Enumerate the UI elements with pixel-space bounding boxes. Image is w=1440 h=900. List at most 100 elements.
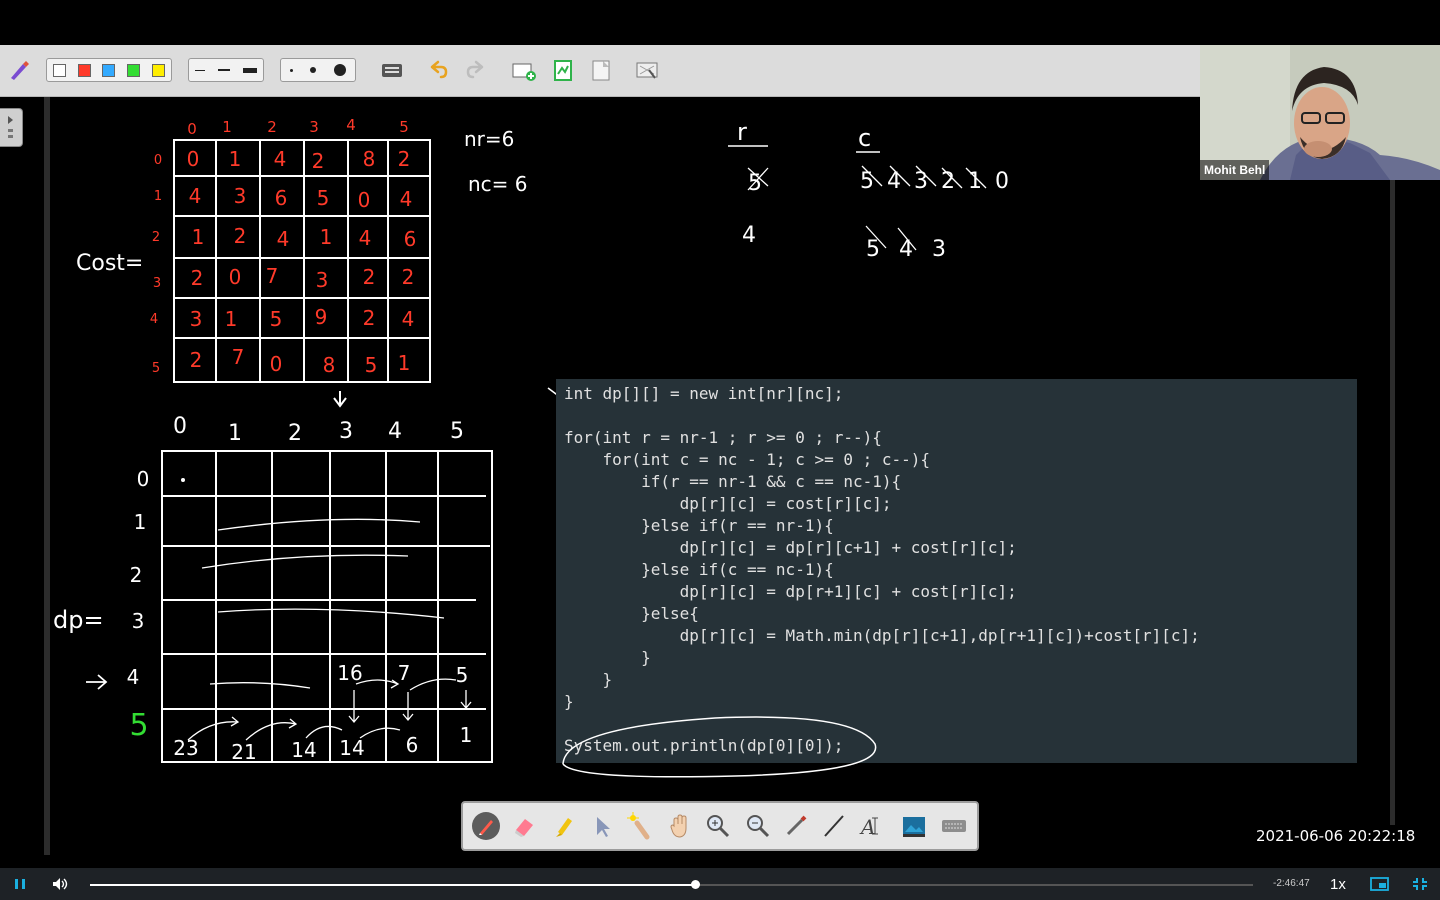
volume-icon — [53, 878, 68, 890]
hand-icon[interactable] — [665, 811, 695, 841]
cost-cell: 5 — [365, 353, 378, 377]
pen-icon[interactable] — [471, 811, 501, 841]
r-value: 4 — [742, 223, 756, 248]
cost-cell: 6 — [404, 227, 417, 251]
c-label: c — [858, 124, 871, 152]
dp-cell: 1 — [460, 723, 473, 747]
seek-bar[interactable] — [90, 880, 1253, 889]
dp-col-header: 0 — [173, 414, 187, 439]
cost-row-header: 2 — [152, 230, 160, 245]
time-remaining: -2:46:47 — [1273, 878, 1310, 889]
dp-row-header: 1 — [134, 510, 147, 534]
code-editor-panel: int dp[][] = new int[nr][nc]; for(int r … — [556, 379, 1357, 763]
brush-icon[interactable] — [781, 811, 811, 841]
cost-row-header: 3 — [153, 276, 161, 291]
cost-cell: 5 — [270, 307, 283, 331]
cost-col-headers: 0 1 2 3 4 5 — [187, 116, 409, 138]
eraser-icon[interactable] — [509, 811, 539, 841]
cost-cell: 2 — [363, 306, 376, 330]
cost-row-headers: 0 1 2 3 4 5 — [150, 153, 162, 376]
volume-button[interactable] — [51, 876, 69, 892]
dp-row-header: 2 — [130, 563, 143, 587]
dp-filled-values: 16 7 5 23 21 14 14 6 1 — [173, 661, 472, 764]
cost-cell: 4 — [189, 184, 202, 208]
cost-cell: 4 — [402, 307, 415, 331]
line-icon[interactable] — [819, 811, 849, 841]
pause-button[interactable] — [12, 876, 28, 892]
dp-row-header: 5 — [129, 708, 148, 743]
nr-note: nr=6 — [464, 127, 514, 151]
pip-icon — [1370, 877, 1389, 891]
pointer-icon[interactable] — [587, 811, 617, 841]
dp-label: dp= — [53, 606, 104, 634]
code-line: } — [564, 648, 651, 667]
cost-cell: 3 — [190, 307, 203, 331]
dp-row-header: 3 — [132, 609, 145, 633]
dp-cell: 7 — [398, 661, 411, 685]
cost-row-header: 1 — [154, 189, 162, 204]
r-label: r — [737, 118, 747, 146]
cost-label: Cost= — [76, 251, 143, 276]
cost-col-header: 0 — [187, 120, 197, 138]
dp-grid — [161, 450, 493, 763]
exit-fullscreen-button[interactable] — [1411, 876, 1429, 892]
cost-cell: 8 — [363, 147, 376, 171]
cost-cell: 2 — [234, 224, 247, 248]
cost-col-header: 1 — [222, 118, 232, 136]
cost-row-header: 0 — [154, 153, 162, 168]
cost-cell: 0 — [358, 188, 371, 212]
cost-cell: 4 — [359, 226, 372, 250]
cost-cell: 4 — [274, 147, 287, 171]
r-c-workings — [728, 145, 987, 251]
zoom-in-icon[interactable] — [703, 811, 733, 841]
code-line: dp[r][c] = Math.min(dp[r][c+1],dp[r+1][c… — [564, 626, 1200, 645]
cost-col-header: 2 — [267, 118, 277, 136]
current-row-arrow-icon — [86, 674, 108, 690]
c-values-row: 5 4 3 2 1 0 — [860, 169, 1012, 194]
dp-cell: 6 — [406, 733, 419, 757]
cost-col-header: 3 — [309, 118, 319, 136]
laser-icon[interactable] — [625, 811, 655, 841]
svg-text:A: A — [859, 815, 875, 839]
code-block: int dp[][] = new int[nr][nc]; for(int r … — [564, 383, 1200, 757]
cost-cell: 7 — [266, 264, 279, 288]
circled-output-annotation — [562, 716, 877, 778]
cost-cell: 1 — [225, 307, 238, 331]
exit-fullscreen-icon — [1413, 878, 1427, 890]
dp-cell: 14 — [291, 738, 316, 762]
cost-grid — [173, 139, 431, 383]
cost-cell: 9 — [315, 305, 328, 329]
seek-bar-handle[interactable] — [690, 880, 700, 889]
cost-cell: 1 — [398, 351, 411, 375]
playback-speed-button[interactable]: 1x — [1330, 876, 1346, 893]
zoom-out-icon[interactable] — [743, 811, 773, 841]
cost-row-header: 5 — [152, 361, 160, 376]
cost-cell: 2 — [190, 348, 203, 372]
picture-in-picture-button[interactable] — [1370, 876, 1390, 892]
cost-row-header: 4 — [150, 312, 158, 327]
keyboard-icon[interactable] — [939, 811, 969, 841]
dp-col-header: 5 — [450, 419, 464, 444]
highlighter-icon[interactable] — [549, 811, 579, 841]
cost-cell: 7 — [232, 345, 245, 369]
cost-col-header: 4 — [346, 116, 356, 134]
c-values-row: 5 4 3 — [866, 237, 952, 262]
cost-cell: 3 — [316, 268, 329, 292]
text-icon[interactable]: A — [859, 811, 889, 841]
dp-col-headers: 0 1 2 3 4 5 — [173, 414, 464, 446]
cost-cell: 1 — [229, 147, 242, 171]
dp-row-header: 0 — [137, 467, 150, 491]
dp-col-header: 3 — [339, 419, 353, 444]
dp-col-header: 2 — [288, 421, 302, 446]
nc-note: nc= 6 — [468, 172, 528, 196]
code-line: }else if(r == nr-1){ — [564, 516, 834, 535]
cost-cell: 1 — [320, 225, 333, 249]
cost-cell: 5 — [317, 186, 330, 210]
cost-matrix: 0 1 4 2 8 2 4 3 6 5 0 4 1 2 4 1 4 6 2 0 … — [187, 147, 417, 377]
cost-cell: 2 — [363, 265, 376, 289]
image-icon[interactable] — [899, 811, 929, 841]
code-line: for(int c = nc - 1; c >= 0 ; c--){ — [564, 450, 931, 469]
dp-col-header: 1 — [228, 421, 242, 446]
r-value: 5 — [748, 171, 762, 196]
dp-col-header: 4 — [388, 419, 402, 444]
